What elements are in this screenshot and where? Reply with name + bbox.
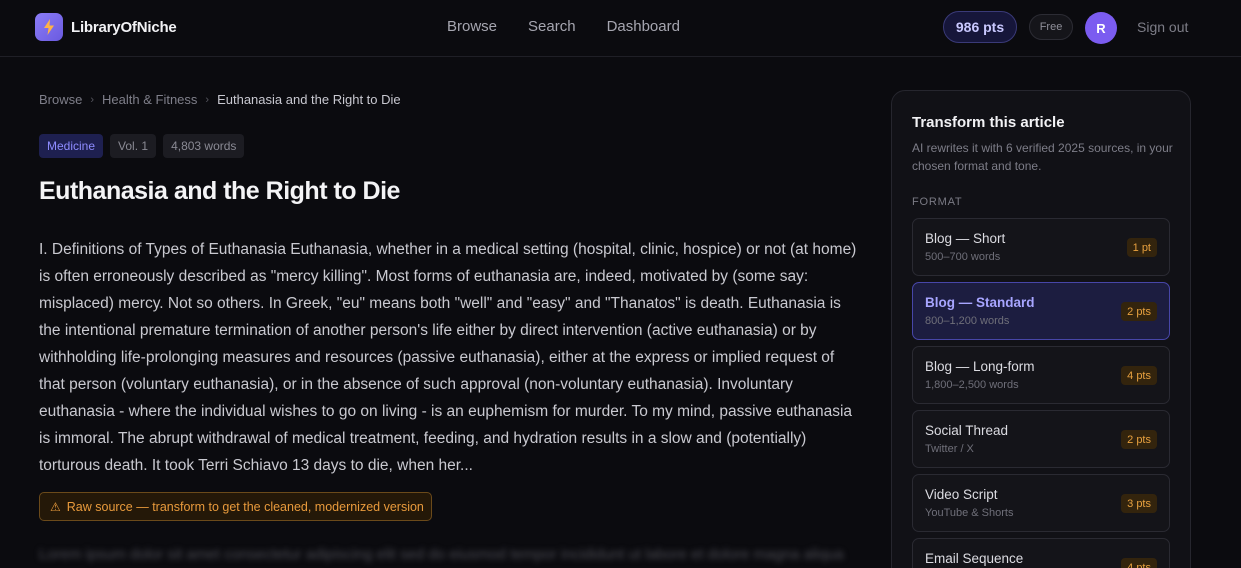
format-option-social-thread[interactable]: Social Thread Twitter / X 2 pts	[912, 410, 1170, 468]
format-option-name: Email Sequence	[925, 551, 1024, 566]
format-option-sub: 500–700 words	[925, 251, 1001, 263]
format-option-cost: 1 pt	[1126, 238, 1157, 257]
format-option-blog-short[interactable]: Blog — Short 500–700 words 1 pt	[912, 218, 1170, 276]
word-count-tag: 4,803 words	[163, 134, 245, 158]
format-option-sub: 1,800–2,500 words	[925, 379, 1019, 391]
format-option-blog-standard[interactable]: Blog — Standard 800–1,200 words 2 pts	[912, 282, 1170, 340]
format-option-cost: 4 pts	[1121, 366, 1157, 385]
category-tag[interactable]: Medicine	[39, 134, 104, 158]
breadcrumb-current: Euthanasia and the Right to Die	[217, 92, 401, 107]
breadcrumb-category[interactable]: Health & Fitness	[102, 92, 197, 107]
blurred-preview: Lorem ipsum dolor sit amet consectetur a…	[39, 546, 844, 563]
format-label: FORMAT	[912, 196, 963, 208]
volume-tag: Vol. 1	[110, 134, 157, 158]
main-nav: Browse Search Dashboard	[447, 18, 711, 35]
warning-icon: ⚠	[50, 499, 61, 514]
format-option-cost: 2 pts	[1121, 302, 1157, 321]
raw-source-notice: ⚠ Raw source — transform to get the clea…	[39, 492, 432, 521]
chevron-right-icon: ›	[90, 93, 95, 106]
brand[interactable]: LibraryOfNiche	[35, 13, 177, 41]
breadcrumb: Browse › Health & Fitness › Euthanasia a…	[39, 92, 401, 107]
format-option-name: Blog — Short	[925, 231, 1006, 246]
top-navigation-bar: LibraryOfNiche Browse Search Dashboard 9…	[0, 0, 1241, 57]
brand-name: LibraryOfNiche	[71, 18, 177, 36]
raw-source-notice-text: Raw source — transform to get the cleane…	[66, 499, 424, 514]
lightning-bolt-icon	[35, 13, 63, 41]
format-option-cost: 3 pts	[1121, 494, 1157, 513]
page-title: Euthanasia and the Right to Die	[39, 177, 400, 205]
plan-badge: Free	[1029, 14, 1073, 40]
format-option-sub: YouTube & Shorts	[925, 507, 1014, 519]
format-option-name: Video Script	[925, 487, 998, 502]
sign-out-link[interactable]: Sign out	[1137, 19, 1188, 35]
format-option-blog-long-form[interactable]: Blog — Long-form 1,800–2,500 words 4 pts	[912, 346, 1170, 404]
format-option-name: Social Thread	[925, 423, 1009, 438]
format-option-name: Blog — Standard	[925, 295, 1035, 310]
format-option-sub: 800–1,200 words	[925, 315, 1010, 327]
format-option-sub: Twitter / X	[925, 443, 974, 455]
breadcrumb-browse[interactable]: Browse	[39, 92, 82, 107]
nav-search[interactable]: Search	[528, 18, 576, 35]
points-balance[interactable]: 986 pts	[943, 11, 1017, 43]
format-option-cost: 2 pts	[1121, 430, 1157, 449]
panel-title: Transform this article	[912, 114, 1065, 131]
article-body: I. Definitions of Types of Euthanasia Eu…	[39, 241, 857, 474]
avatar[interactable]: R	[1085, 12, 1117, 44]
chevron-right-icon: ›	[205, 93, 210, 106]
nav-browse[interactable]: Browse	[447, 18, 497, 35]
format-option-name: Blog — Long-form	[925, 359, 1035, 374]
panel-description: AI rewrites it with 6 verified 2025 sour…	[912, 141, 1173, 173]
format-option-cost: 4 pts	[1121, 558, 1157, 568]
format-option-email-sequence[interactable]: Email Sequence 4 pts	[912, 538, 1170, 568]
format-option-video-script[interactable]: Video Script YouTube & Shorts 3 pts	[912, 474, 1170, 532]
nav-dashboard[interactable]: Dashboard	[607, 18, 680, 35]
transform-panel: Transform this article AI rewrites it wi…	[891, 90, 1191, 568]
article-tags: Medicine Vol. 1 4,803 words	[39, 134, 251, 158]
